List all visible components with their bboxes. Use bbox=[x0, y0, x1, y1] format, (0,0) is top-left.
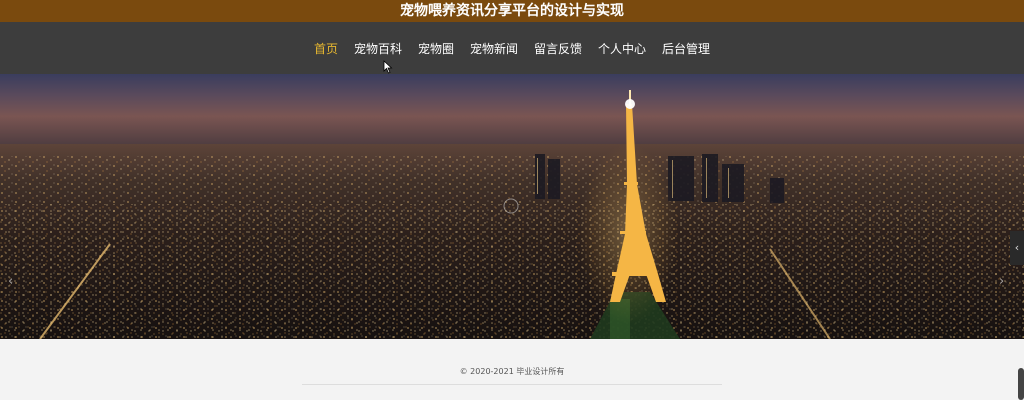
page-footer: © 2020-2021 毕业设计所有 bbox=[0, 339, 1024, 400]
hero-carousel[interactable]: ‹ › bbox=[0, 74, 1024, 339]
page-scrollbar[interactable] bbox=[1018, 368, 1024, 400]
site-title: 宠物喂养资讯分享平台的设计与实现 bbox=[400, 3, 624, 19]
nav-item-feedback[interactable]: 留言反馈 bbox=[534, 40, 582, 57]
main-navigation: 首页 宠物百科 宠物圈 宠物新闻 留言反馈 个人中心 后台管理 bbox=[0, 22, 1024, 74]
nav-list: 首页 宠物百科 宠物圈 宠物新闻 留言反馈 个人中心 后台管理 bbox=[0, 22, 1024, 74]
site-title-bar: 宠物喂养资讯分享平台的设计与实现 bbox=[0, 0, 1024, 22]
mouse-cursor-icon bbox=[383, 60, 393, 74]
nav-item-pet-circle[interactable]: 宠物圈 bbox=[418, 40, 454, 57]
nav-item-home[interactable]: 首页 bbox=[314, 40, 338, 57]
footer-divider bbox=[302, 384, 722, 385]
nav-item-admin[interactable]: 后台管理 bbox=[662, 40, 710, 57]
nav-item-pet-encyclopedia[interactable]: 宠物百科 bbox=[354, 40, 402, 57]
carousel-prev-icon[interactable]: ‹ bbox=[8, 274, 22, 290]
city-night-image bbox=[0, 90, 1024, 339]
footer-copyright: © 2020-2021 毕业设计所有 bbox=[459, 367, 565, 376]
side-collapse-tab[interactable]: ‹ bbox=[1010, 231, 1024, 265]
nav-item-personal-center[interactable]: 个人中心 bbox=[598, 40, 646, 57]
carousel-next-icon[interactable]: › bbox=[999, 274, 1013, 290]
nav-item-pet-news[interactable]: 宠物新闻 bbox=[470, 40, 518, 57]
